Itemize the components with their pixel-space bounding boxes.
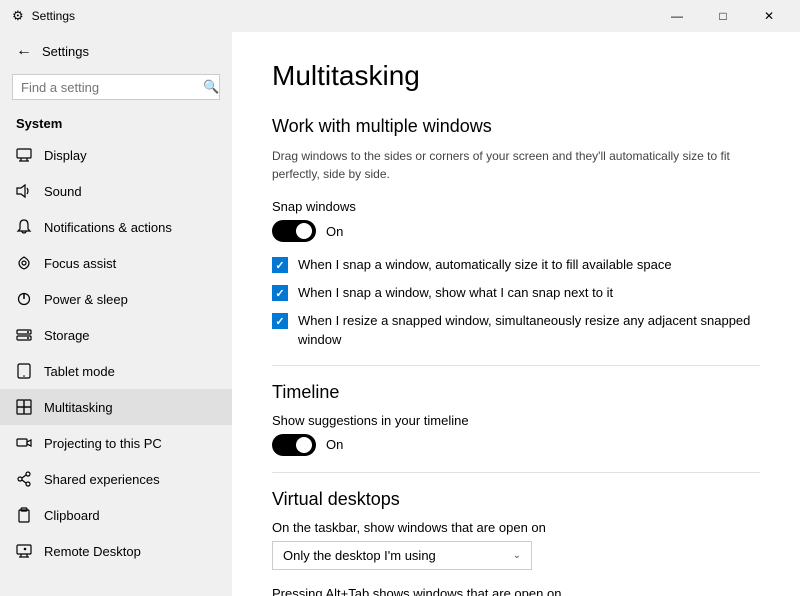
timeline-toggle-text: On xyxy=(326,437,343,452)
minimize-button[interactable]: — xyxy=(654,0,700,32)
divider-2 xyxy=(272,472,760,473)
sidebar-item-sound[interactable]: Sound xyxy=(0,173,232,209)
back-arrow-icon: ← xyxy=(16,42,32,60)
sidebar-item-power[interactable]: Power & sleep xyxy=(0,281,232,317)
section-virtual-title: Virtual desktops xyxy=(272,489,760,510)
app-body: ← Settings 🔍 System Display Sound Notifi… xyxy=(0,32,800,596)
taskbar-dropdown-value: Only the desktop I'm using xyxy=(283,548,436,563)
taskbar-dropdown-arrow: ⌄ xyxy=(513,550,521,561)
tablet-icon xyxy=(16,363,32,379)
sidebar-item-shared[interactable]: Shared experiences xyxy=(0,461,232,497)
alttab-label: Pressing Alt+Tab shows windows that are … xyxy=(272,586,760,596)
checkbox-2[interactable] xyxy=(272,285,288,301)
sidebar: ← Settings 🔍 System Display Sound Notifi… xyxy=(0,32,232,596)
sidebar-item-label-storage: Storage xyxy=(44,328,90,343)
checkbox-1[interactable] xyxy=(272,257,288,273)
sidebar-item-label-multitasking: Multitasking xyxy=(44,400,113,415)
clipboard-icon xyxy=(16,507,32,523)
close-button[interactable]: ✕ xyxy=(746,0,792,32)
sidebar-item-notifications[interactable]: Notifications & actions xyxy=(0,209,232,245)
multitasking-icon xyxy=(16,399,32,415)
checkbox-row-3: When I resize a snapped window, simultan… xyxy=(272,312,760,348)
sidebar-item-label-remote: Remote Desktop xyxy=(44,544,141,559)
main-content: Multitasking Work with multiple windows … xyxy=(232,32,800,596)
title-bar-title: Settings xyxy=(32,9,75,23)
notifications-icon xyxy=(16,219,32,235)
checkbox-label-1: When I snap a window, automatically size… xyxy=(298,256,672,274)
snap-windows-label: Snap windows xyxy=(272,199,760,214)
sidebar-item-label-shared: Shared experiences xyxy=(44,472,160,487)
section-windows-desc: Drag windows to the sides or corners of … xyxy=(272,147,760,183)
sidebar-item-label-power: Power & sleep xyxy=(44,292,128,307)
sidebar-item-label-notifications: Notifications & actions xyxy=(44,220,172,235)
search-icon: 🔍 xyxy=(203,79,219,95)
sidebar-item-projecting[interactable]: Projecting to this PC xyxy=(0,425,232,461)
sidebar-item-label-projecting: Projecting to this PC xyxy=(44,436,162,451)
taskbar-label: On the taskbar, show windows that are op… xyxy=(272,520,760,535)
checkbox-row-1: When I snap a window, automatically size… xyxy=(272,256,760,274)
shared-icon xyxy=(16,471,32,487)
focus-icon xyxy=(16,255,32,271)
sidebar-item-label-display: Display xyxy=(44,148,87,163)
remote-icon xyxy=(16,543,32,559)
search-input[interactable] xyxy=(21,80,197,95)
sidebar-item-label-clipboard: Clipboard xyxy=(44,508,100,523)
sidebar-item-label-sound: Sound xyxy=(44,184,82,199)
taskbar-dropdown[interactable]: Only the desktop I'm using ⌄ xyxy=(272,541,532,570)
page-title: Multitasking xyxy=(272,60,760,92)
display-icon xyxy=(16,147,32,163)
snap-toggle-text: On xyxy=(326,224,343,239)
snap-toggle-row: On xyxy=(272,220,760,242)
sidebar-back[interactable]: ← Settings xyxy=(0,32,232,70)
checkbox-3[interactable] xyxy=(272,313,288,329)
sidebar-section-label: System xyxy=(0,112,232,137)
sidebar-item-label-focus: Focus assist xyxy=(44,256,116,271)
settings-icon: ⚙ xyxy=(12,8,24,24)
sidebar-item-multitasking[interactable]: Multitasking xyxy=(0,389,232,425)
snap-toggle[interactable] xyxy=(272,220,316,242)
projecting-icon xyxy=(16,435,32,451)
timeline-toggle[interactable] xyxy=(272,434,316,456)
timeline-show-label: Show suggestions in your timeline xyxy=(272,413,760,428)
sidebar-back-label: Settings xyxy=(42,44,89,59)
timeline-toggle-knob xyxy=(296,437,312,453)
power-icon xyxy=(16,291,32,307)
search-box[interactable]: 🔍 xyxy=(12,74,220,100)
sidebar-item-clipboard[interactable]: Clipboard xyxy=(0,497,232,533)
title-bar: ⚙ Settings — □ ✕ xyxy=(0,0,800,32)
sidebar-item-tablet[interactable]: Tablet mode xyxy=(0,353,232,389)
sidebar-item-storage[interactable]: Storage xyxy=(0,317,232,353)
timeline-toggle-row: On xyxy=(272,434,760,456)
sound-icon xyxy=(16,183,32,199)
storage-icon xyxy=(16,327,32,343)
title-bar-controls: — □ ✕ xyxy=(654,0,792,32)
sidebar-item-focus[interactable]: Focus assist xyxy=(0,245,232,281)
checkbox-row-2: When I snap a window, show what I can sn… xyxy=(272,284,760,302)
checkbox-label-3: When I resize a snapped window, simultan… xyxy=(298,312,760,348)
section-windows-title: Work with multiple windows xyxy=(272,116,760,137)
checkbox-label-2: When I snap a window, show what I can sn… xyxy=(298,284,613,302)
section-timeline-title: Timeline xyxy=(272,382,760,403)
divider-1 xyxy=(272,365,760,366)
maximize-button[interactable]: □ xyxy=(700,0,746,32)
snap-toggle-knob xyxy=(296,223,312,239)
sidebar-item-remote[interactable]: Remote Desktop xyxy=(0,533,232,569)
sidebar-item-display[interactable]: Display xyxy=(0,137,232,173)
sidebar-item-label-tablet: Tablet mode xyxy=(44,364,115,379)
title-bar-left: ⚙ Settings xyxy=(12,8,75,24)
